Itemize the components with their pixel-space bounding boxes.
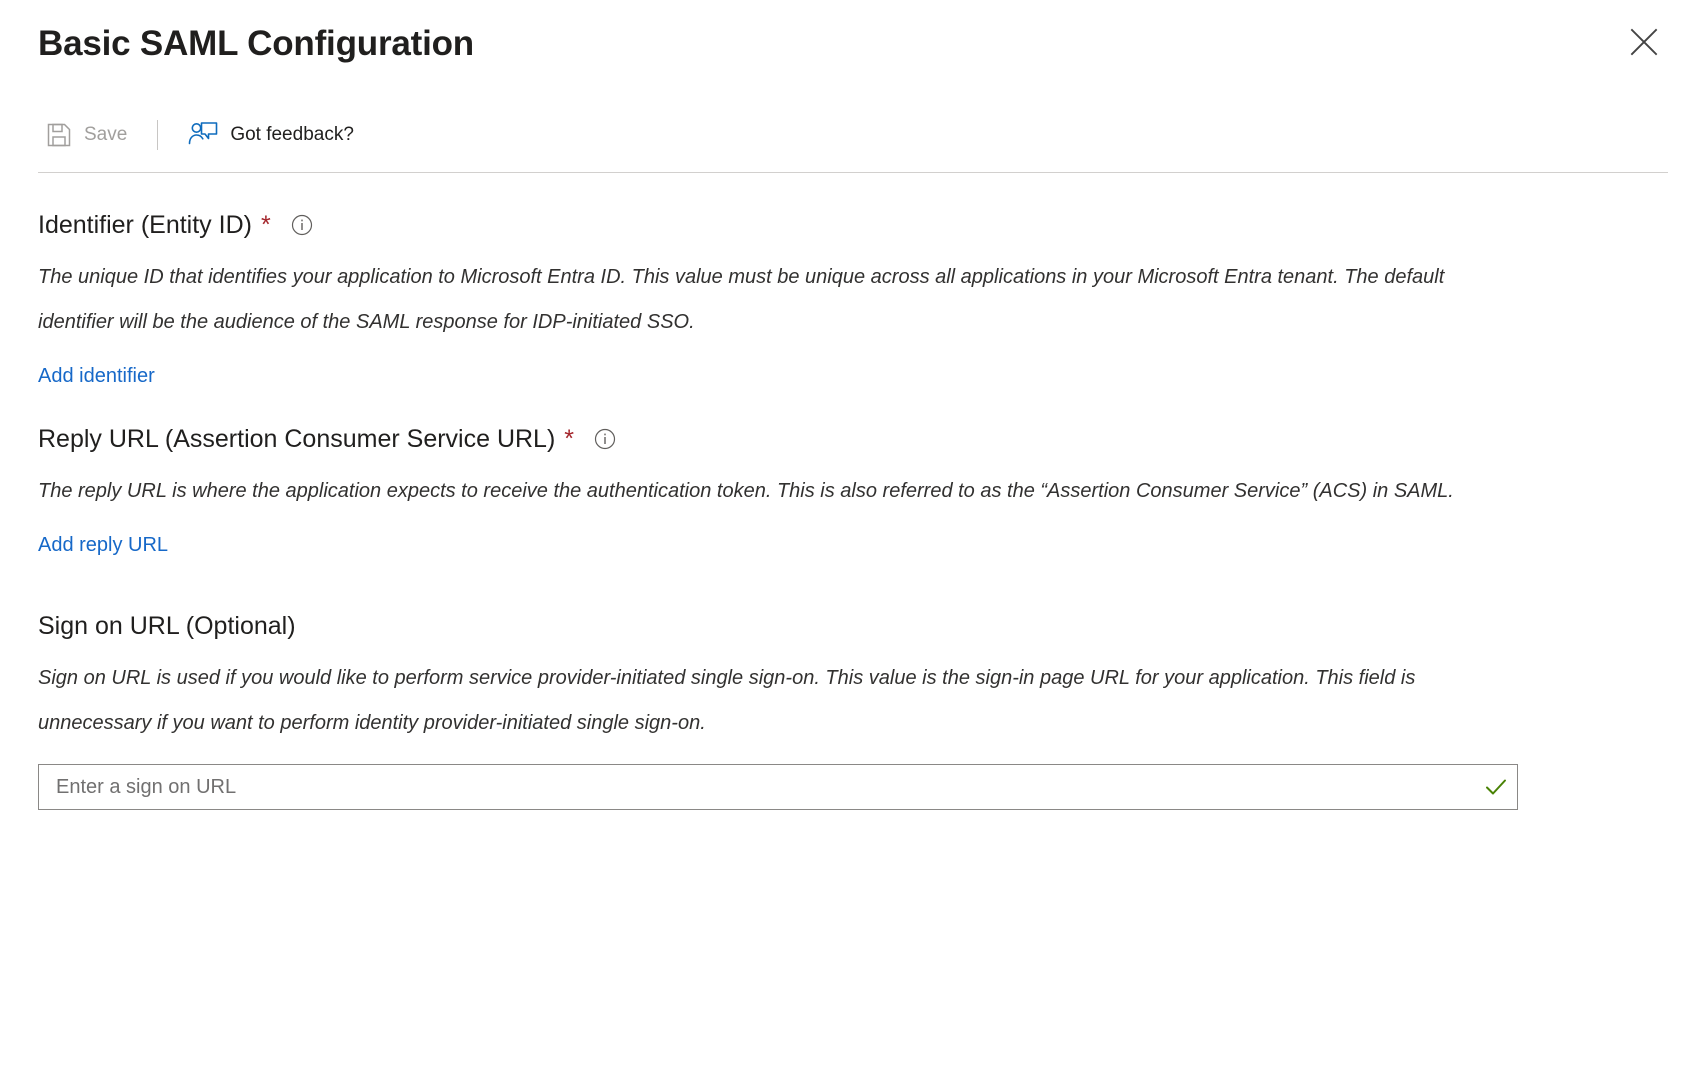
save-button[interactable]: Save xyxy=(38,115,135,155)
field-label-sign-on-url: Sign on URL (Optional) xyxy=(38,612,296,640)
field-label-row: Sign on URL (Optional) xyxy=(38,610,1668,642)
add-reply-url-link[interactable]: Add reply URL xyxy=(38,532,168,558)
info-circle-icon[interactable] xyxy=(291,214,313,236)
checkmark-icon xyxy=(1475,765,1517,809)
close-button[interactable] xyxy=(1624,22,1664,62)
feedback-person-icon xyxy=(188,121,218,149)
toolbar-separator xyxy=(157,120,159,150)
field-label-identifier: Identifier (Entity ID) xyxy=(38,211,252,239)
field-description-reply-url: The reply URL is where the application e… xyxy=(38,480,1454,502)
got-feedback-button[interactable]: Got feedback? xyxy=(180,115,362,155)
required-indicator: * xyxy=(260,211,271,239)
field-description-identifier: The unique ID that identifies your appli… xyxy=(38,266,1445,333)
panel-header: Basic SAML Configuration xyxy=(0,0,1706,86)
field-label-row: Reply URL (Assertion Consumer Service UR… xyxy=(38,423,1668,455)
panel-body: Identifier (Entity ID) * The unique ID t… xyxy=(0,173,1706,810)
field-description-sign-on-url: Sign on URL is used if you would like to… xyxy=(38,667,1416,734)
got-feedback-label: Got feedback? xyxy=(230,124,354,145)
field-sign-on-url: Sign on URL (Optional) Sign on URL is us… xyxy=(38,558,1668,810)
info-circle-icon[interactable] xyxy=(594,428,616,450)
sign-on-url-input-wrapper[interactable] xyxy=(38,764,1518,810)
save-button-label: Save xyxy=(84,124,128,145)
field-label-reply-url: Reply URL (Assertion Consumer Service UR… xyxy=(38,425,556,453)
add-identifier-link[interactable]: Add identifier xyxy=(38,363,155,389)
command-bar: Save Got feedback? xyxy=(0,106,1706,164)
field-reply-url: Reply URL (Assertion Consumer Service UR… xyxy=(38,389,1668,558)
field-label-row: Identifier (Entity ID) * xyxy=(38,209,1668,241)
page-title: Basic SAML Configuration xyxy=(38,24,474,63)
close-icon xyxy=(1630,28,1658,56)
save-floppy-disk-icon xyxy=(46,122,72,148)
required-indicator: * xyxy=(564,425,575,453)
sign-on-url-input[interactable] xyxy=(39,765,1475,809)
field-identifier-entity-id: Identifier (Entity ID) * The unique ID t… xyxy=(38,173,1668,389)
basic-saml-configuration-panel: Basic SAML Configuration Save Got feedba… xyxy=(0,0,1706,1082)
